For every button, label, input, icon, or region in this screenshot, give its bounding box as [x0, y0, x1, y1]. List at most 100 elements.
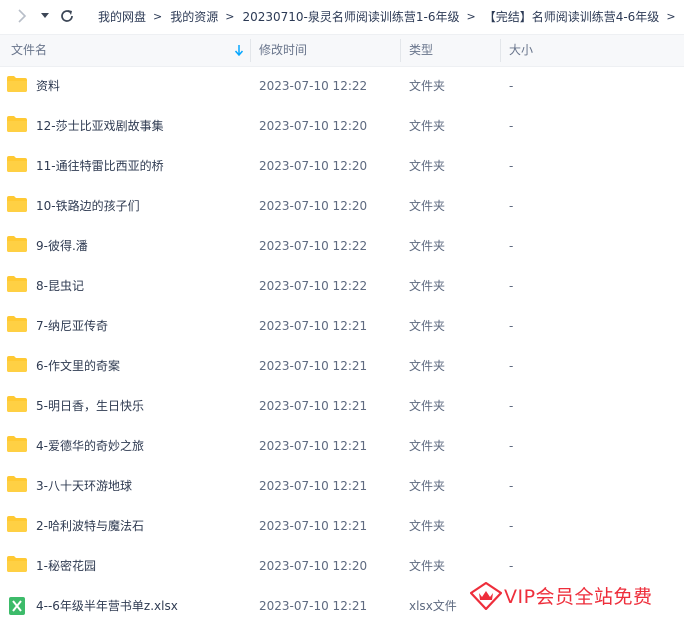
file-size: - [509, 319, 514, 333]
folder-icon [7, 76, 27, 92]
file-type: 文件夹 [409, 399, 446, 413]
folder-icon [7, 156, 27, 172]
file-name[interactable]: 11-通往特雷比西亚的桥 [36, 146, 164, 186]
file-type: 文件夹 [409, 159, 446, 173]
file-type: 文件夹 [409, 239, 446, 253]
column-divider[interactable] [250, 39, 251, 62]
modified-time: 2023-07-10 12:20 [259, 159, 368, 173]
table-row[interactable]: 9-彼得.潘 2023-07-10 12:22 文件夹 - [0, 226, 684, 266]
chevron-right-icon: > [225, 9, 235, 23]
folder-icon [7, 516, 27, 532]
refresh-button[interactable] [58, 5, 76, 27]
file-size: - [509, 399, 514, 413]
toolbar: 我的网盘 > 我的资源 > 20230710-泉灵名师阅读训练营1-6年级 > … [0, 0, 684, 32]
modified-time: 2023-07-10 12:21 [259, 319, 368, 333]
table-row[interactable]: 2-哈利波特与魔法石 2023-07-10 12:21 文件夹 - [0, 506, 684, 546]
sort-down-icon[interactable] [235, 45, 243, 56]
folder-icon [7, 396, 27, 412]
breadcrumb-item[interactable]: 我的资源 [170, 8, 218, 25]
table-row[interactable]: 12-莎士比亚戏剧故事集 2023-07-10 12:20 文件夹 - [0, 106, 684, 146]
folder-icon [7, 356, 27, 372]
file-name[interactable]: 7-纳尼亚传奇 [36, 306, 108, 346]
file-name[interactable]: 5-明日香，生日快乐 [36, 386, 144, 426]
file-name[interactable]: 10-铁路边的孩子们 [36, 186, 140, 226]
modified-time: 2023-07-10 12:21 [259, 399, 368, 413]
history-dropdown-button[interactable] [38, 5, 52, 27]
table-row[interactable]: 10-铁路边的孩子们 2023-07-10 12:20 文件夹 - [0, 186, 684, 226]
file-name[interactable]: 6-作文里的奇案 [36, 346, 120, 386]
file-type: 文件夹 [409, 199, 446, 213]
file-name[interactable]: 8-昆虫记 [36, 266, 84, 306]
folder-icon [7, 276, 27, 292]
chevron-right-icon [18, 9, 27, 23]
folder-icon [7, 476, 27, 492]
file-type: 文件夹 [409, 279, 446, 293]
file-size: - [509, 239, 514, 253]
folder-icon [7, 556, 27, 572]
folder-icon [7, 436, 27, 452]
file-name[interactable]: 4-爱德华的奇妙之旅 [36, 426, 144, 466]
file-name[interactable]: 1-秘密花园 [36, 546, 96, 586]
modified-time: 2023-07-10 12:21 [259, 439, 368, 453]
chevron-right-icon: > [666, 9, 676, 23]
refresh-icon [61, 10, 73, 22]
file-size: - [509, 79, 514, 93]
table-row[interactable]: 3-八十天环游地球 2023-07-10 12:21 文件夹 - [0, 466, 684, 506]
table-row[interactable]: 7-纳尼亚传奇 2023-07-10 12:21 文件夹 - [0, 306, 684, 346]
table-row[interactable]: 资料 2023-07-10 12:22 文件夹 - [0, 66, 684, 106]
modified-time: 2023-07-10 12:22 [259, 279, 368, 293]
watermark-text: VIP会员全站免费 [504, 586, 653, 608]
file-size: - [509, 359, 514, 373]
modified-time: 2023-07-10 12:21 [259, 479, 368, 493]
column-header-size[interactable]: 大小 [509, 35, 533, 66]
file-size: - [509, 479, 514, 493]
forward-button[interactable] [14, 5, 30, 27]
file-name[interactable]: 4--6年级半年营书单z.xlsx [36, 586, 178, 626]
breadcrumb-item[interactable]: 20230710-泉灵名师阅读训练营1-6年级 [242, 8, 459, 25]
file-type: 文件夹 [409, 79, 446, 93]
file-type: 文件夹 [409, 119, 446, 133]
modified-time: 2023-07-10 12:20 [259, 559, 368, 573]
modified-time: 2023-07-10 12:21 [259, 359, 368, 373]
column-header-name[interactable]: 文件名 [11, 35, 47, 66]
table-row[interactable]: 8-昆虫记 2023-07-10 12:22 文件夹 - [0, 266, 684, 306]
breadcrumb-item[interactable]: 【完结】名师阅读训练营4-6年级 [484, 8, 660, 25]
folder-icon [7, 196, 27, 212]
file-size: - [509, 159, 514, 173]
modified-time: 2023-07-10 12:22 [259, 239, 368, 253]
modified-time: 2023-07-10 12:21 [259, 519, 368, 533]
modified-time: 2023-07-10 12:20 [259, 199, 368, 213]
modified-time: 2023-07-10 12:22 [259, 79, 368, 93]
file-name[interactable]: 资料 [36, 66, 60, 106]
file-type: 文件夹 [409, 439, 446, 453]
file-size: - [509, 199, 514, 213]
breadcrumb-item[interactable]: 我的网盘 [98, 8, 146, 25]
table-row[interactable]: 6-作文里的奇案 2023-07-10 12:21 文件夹 - [0, 346, 684, 386]
crown-icon [470, 582, 502, 610]
file-type: 文件夹 [409, 359, 446, 373]
file-type: 文件夹 [409, 319, 446, 333]
file-size: - [509, 439, 514, 453]
modified-time: 2023-07-10 12:20 [259, 119, 368, 133]
file-name[interactable]: 2-哈利波特与魔法石 [36, 506, 144, 546]
table-row[interactable]: 11-通往特雷比西亚的桥 2023-07-10 12:20 文件夹 - [0, 146, 684, 186]
chevron-right-icon: > [466, 9, 476, 23]
table-row[interactable]: 4-爱德华的奇妙之旅 2023-07-10 12:21 文件夹 - [0, 426, 684, 466]
modified-time: 2023-07-10 12:21 [259, 599, 368, 613]
excel-icon [9, 597, 25, 615]
column-header-type[interactable]: 类型 [409, 35, 433, 66]
table-row[interactable]: 5-明日香，生日快乐 2023-07-10 12:21 文件夹 - [0, 386, 684, 426]
file-name[interactable]: 12-莎士比亚戏剧故事集 [36, 106, 164, 146]
file-name[interactable]: 3-八十天环游地球 [36, 466, 132, 506]
file-type: 文件夹 [409, 519, 446, 533]
column-header-modified[interactable]: 修改时间 [259, 35, 307, 66]
column-divider[interactable] [500, 39, 501, 62]
file-type: 文件夹 [409, 559, 446, 573]
breadcrumb: 我的网盘 > 我的资源 > 20230710-泉灵名师阅读训练营1-6年级 > … [98, 0, 684, 32]
file-name[interactable]: 9-彼得.潘 [36, 226, 88, 266]
file-type: 文件夹 [409, 479, 446, 493]
chevron-right-icon: > [153, 9, 163, 23]
caret-down-icon [41, 13, 49, 18]
column-divider[interactable] [400, 39, 401, 62]
file-type: xlsx文件 [409, 599, 457, 613]
